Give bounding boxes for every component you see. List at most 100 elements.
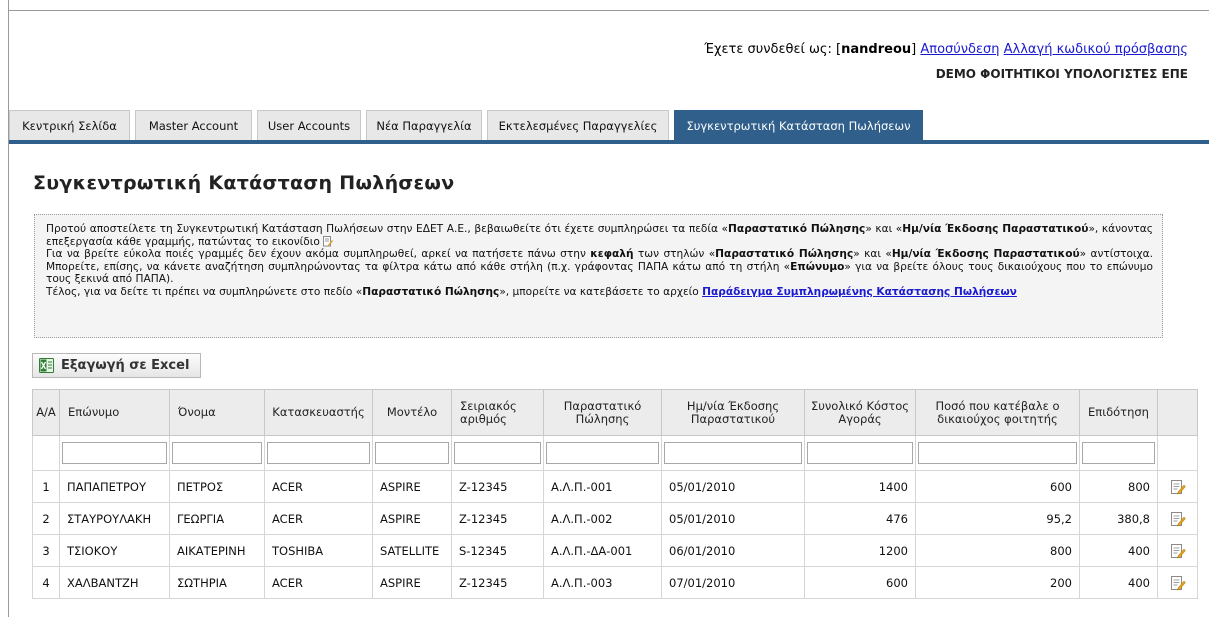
column-header-aa[interactable]: Α/Α — [32, 389, 60, 436]
column-header-model[interactable]: Μοντέλο — [372, 389, 452, 436]
cell-name: ΑΙΚΑΤΕΡΙΝΗ — [169, 534, 265, 567]
filter-student-paid-input[interactable] — [918, 442, 1077, 464]
cell-manufacturer: TOSHIBA — [264, 534, 373, 567]
table-body: 1 ΠΑΠΑΠΕΤΡΟΥ ΠΕΤΡΟΣ ACER ASPIRE Z-12345 Α.Λ.Π.… — [32, 470, 1198, 599]
edit-row-icon[interactable] — [1170, 575, 1186, 591]
column-header-name[interactable]: Όνομα — [169, 389, 265, 436]
filter-total-cost-input[interactable] — [807, 442, 913, 464]
username: nandreou — [841, 42, 912, 57]
cell-invoice: Α.Λ.Π.-001 — [543, 470, 662, 503]
cell-surname: ΤΣΙΟΚΟΥ — [59, 534, 170, 567]
tab-sales-summary[interactable]: Συγκεντρωτική Κατάσταση Πωλήσεων — [674, 110, 923, 140]
example-file-link[interactable]: Παράδειγμα Συμπληρωμένης Κατάστασης Πωλή… — [702, 286, 1017, 298]
edit-row-icon[interactable] — [1170, 511, 1186, 527]
cell-model: ASPIRE — [372, 566, 452, 599]
cell-model: ASPIRE — [372, 502, 452, 535]
company-name: DEMO ΦΟΙΤΗΤΙΚΟΙ ΥΠΟΛΟΓΙΣΤΕΣ ΕΠΕ — [935, 67, 1188, 81]
cell-subsidy: 400 — [1079, 534, 1158, 567]
instructions-paragraph-3: Τέλος, για να δείτε τι πρέπει να συμπληρ… — [46, 285, 1017, 298]
edit-row-icon[interactable] — [1170, 479, 1186, 495]
table-row[interactable]: 3 ΤΣΙΟΚΟΥ ΑΙΚΑΤΕΡΙΝΗ TOSHIBA SATELLITE S-1234… — [32, 534, 1198, 567]
main-tabs: Κεντρική Σελίδα Master Account User Acco… — [9, 110, 1209, 144]
table-row[interactable]: 1 ΠΑΠΑΠΕΤΡΟΥ ΠΕΤΡΟΣ ACER ASPIRE Z-12345 Α.Λ.Π.… — [32, 470, 1198, 503]
cell-aa: 2 — [32, 502, 60, 535]
column-header-student-paid[interactable]: Ποσό που κατέβαλε ο δικαιούχος φοιτητής — [915, 389, 1080, 436]
cell-student-paid: 800 — [915, 534, 1080, 567]
filter-subsidy-input[interactable] — [1082, 442, 1155, 464]
column-header-invoice-date[interactable]: Ημ/νία Έκδοσης Παραστατικού — [661, 389, 805, 436]
cell-aa: 4 — [32, 566, 60, 599]
cell-total-cost: 476 — [804, 502, 916, 535]
instructions-box: Προτού αποστείλετε τη Συγκεντρωτική Κατά… — [34, 214, 1163, 338]
cell-model: ASPIRE — [372, 470, 452, 503]
filter-cell-actions — [1157, 435, 1198, 471]
column-header-subsidy[interactable]: Επιδότηση — [1079, 389, 1158, 436]
cell-serial: Z-12345 — [451, 470, 544, 503]
cell-invoice: Α.Λ.Π.-003 — [543, 566, 662, 599]
login-status: Έχετε συνδεθεί ως: [nandreou] Αποσύνδεση… — [704, 42, 1188, 57]
filter-invoice-input[interactable] — [546, 442, 659, 464]
cell-invoice-date: 05/01/2010 — [661, 470, 805, 503]
tab-executed-orders[interactable]: Εκτελεσμένες Παραγγελίες — [487, 110, 669, 140]
filter-name-input[interactable] — [172, 442, 262, 464]
cell-total-cost: 1200 — [804, 534, 916, 567]
tab-new-order[interactable]: Νέα Παραγγελία — [366, 110, 482, 140]
column-header-actions — [1157, 389, 1198, 436]
cell-student-paid: 200 — [915, 566, 1080, 599]
login-prefix: Έχετε συνδεθεί ως: [ — [704, 42, 842, 57]
instructions-paragraph-1: Προτού αποστείλετε τη Συγκεντρωτική Κατά… — [46, 223, 1153, 248]
table-row[interactable]: 2 ΣΤΑΥΡΟΥΛΑΚΗ ΓΕΩΡΓΙΑ ACER ASPIRE Z-12345 Α.Λ.… — [32, 502, 1198, 535]
filter-model-input[interactable] — [375, 442, 449, 464]
export-excel-label: Εξαγωγή σε Excel — [61, 358, 190, 373]
column-header-serial[interactable]: Σειριακός αριθμός — [451, 389, 544, 436]
column-header-surname[interactable]: Επώνυμο — [59, 389, 170, 436]
cell-model: SATELLITE — [372, 534, 452, 567]
cell-total-cost: 600 — [804, 566, 916, 599]
logout-link[interactable]: Αποσύνδεση — [920, 42, 999, 57]
table-row[interactable]: 4 ΧΑΛΒΑΝΤΖΗ ΣΩΤΗΡΙΑ ACER ASPIRE Z-12345 Α.Λ.Π.… — [32, 566, 1198, 599]
change-password-link[interactable]: Αλλαγή κωδικού πρόσβασης — [1004, 42, 1188, 57]
filter-row — [32, 435, 1198, 471]
cell-invoice: Α.Λ.Π.-002 — [543, 502, 662, 535]
edit-document-icon — [323, 236, 334, 247]
column-header-manufacturer[interactable]: Κατασκευαστής — [264, 389, 373, 436]
cell-surname: ΣΤΑΥΡΟΥΛΑΚΗ — [59, 502, 170, 535]
cell-student-paid: 600 — [915, 470, 1080, 503]
cell-actions — [1157, 534, 1198, 567]
cell-serial: Z-12345 — [451, 502, 544, 535]
filter-invoice-date-input[interactable] — [664, 442, 802, 464]
tab-home[interactable]: Κεντρική Σελίδα — [9, 110, 130, 140]
cell-manufacturer: ACER — [264, 566, 373, 599]
filter-manufacturer-input[interactable] — [267, 442, 370, 464]
table-header-row: Α/Α Επώνυμο Όνομα Κατασκευαστής Μοντέλο … — [32, 389, 1198, 436]
cell-student-paid: 95,2 — [915, 502, 1080, 535]
cell-subsidy: 400 — [1079, 566, 1158, 599]
cell-serial: Z-12345 — [451, 566, 544, 599]
export-excel-button[interactable]: Εξαγωγή σε Excel — [32, 353, 201, 378]
cell-actions — [1157, 470, 1198, 503]
cell-name: ΣΩΤΗΡΙΑ — [169, 566, 265, 599]
tab-user-accounts[interactable]: User Accounts — [257, 110, 361, 140]
filter-surname-input[interactable] — [62, 442, 167, 464]
login-suffix: ] — [911, 42, 917, 57]
cell-serial: S-12345 — [451, 534, 544, 567]
page-frame-top — [8, 10, 1209, 11]
cell-subsidy: 380,8 — [1079, 502, 1158, 535]
column-header-invoice[interactable]: Παραστατικό Πώλησης — [543, 389, 662, 436]
cell-manufacturer: ACER — [264, 502, 373, 535]
cell-surname: ΠΑΠΑΠΕΤΡΟΥ — [59, 470, 170, 503]
cell-invoice-date: 05/01/2010 — [661, 502, 805, 535]
instructions-paragraph-2: Για να βρείτε εύκολα ποιές γραμμές δεν έ… — [46, 248, 1153, 285]
cell-aa: 1 — [32, 470, 60, 503]
cell-actions — [1157, 566, 1198, 599]
cell-surname: ΧΑΛΒΑΝΤΖΗ — [59, 566, 170, 599]
excel-icon — [39, 358, 54, 373]
cell-name: ΠΕΤΡΟΣ — [169, 470, 265, 503]
filter-serial-input[interactable] — [454, 442, 541, 464]
cell-name: ΓΕΩΡΓΙΑ — [169, 502, 265, 535]
page-title: Συγκεντρωτική Κατάσταση Πωλήσεων — [33, 172, 455, 194]
column-header-total-cost[interactable]: Συνολικό Κόστος Αγοράς — [804, 389, 916, 436]
tab-master-account[interactable]: Master Account — [135, 110, 252, 140]
cell-actions — [1157, 502, 1198, 535]
edit-row-icon[interactable] — [1170, 543, 1186, 559]
